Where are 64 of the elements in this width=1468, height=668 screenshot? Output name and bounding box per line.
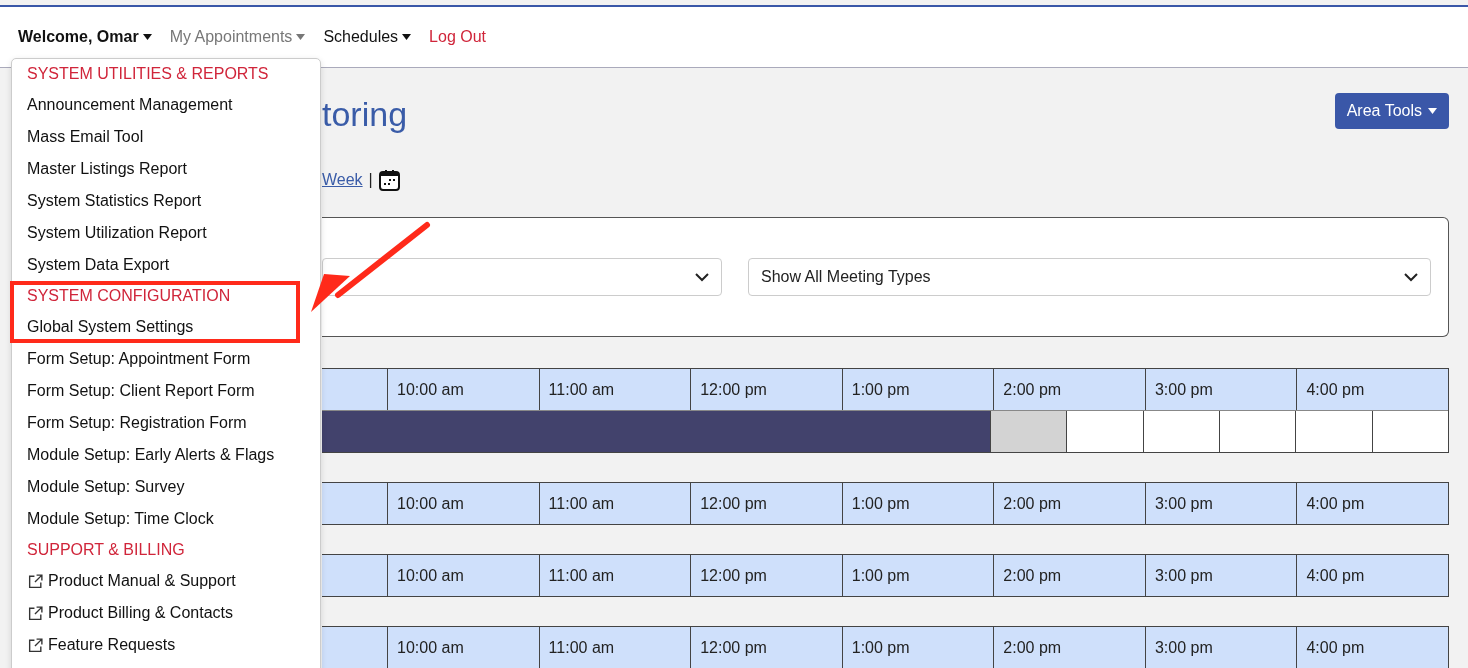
time-label: 10:00 am	[397, 566, 464, 585]
menu-item[interactable]: Module Setup: Survey	[12, 471, 320, 503]
menu-section-header: SUPPORT & BILLING	[26, 540, 186, 560]
meeting-type-select[interactable]: Show All Meeting Types	[748, 258, 1431, 296]
time-label: 3:00 pm	[1154, 380, 1213, 399]
menu-item[interactable]: Form Setup: Appointment Form	[12, 343, 320, 375]
time-label: 10:00 am	[397, 380, 464, 399]
menu-item[interactable]: Feature Requests	[12, 629, 320, 661]
time-label: 1:00 pm	[851, 638, 910, 657]
menu-item[interactable]: Form Setup: Registration Form	[12, 407, 320, 439]
page-title: toring	[322, 95, 408, 134]
time-label: 4:00 pm	[1306, 380, 1365, 399]
menu-item[interactable]: Master Listings Report	[12, 153, 320, 185]
menu-item[interactable]: Form Setup: Client Report Form	[12, 375, 320, 407]
time-label: 3:00 pm	[1154, 494, 1213, 513]
time-label: 12:00 pm	[700, 494, 767, 513]
filter-select[interactable]	[322, 258, 722, 296]
menu-section-header: SYSTEM UTILITIES & REPORTS	[26, 64, 270, 84]
time-label: 12:00 pm	[700, 638, 767, 657]
nav-menu-item[interactable]: Schedules	[323, 28, 412, 46]
time-label: 11:00 am	[548, 566, 615, 585]
caret-icon	[1428, 108, 1437, 114]
time-label: 1:00 pm	[851, 566, 910, 585]
menu-item[interactable]: Product Billing & Contacts	[12, 597, 320, 629]
menu-item[interactable]: System Utilization Report	[12, 217, 320, 249]
time-label: 1:00 pm	[851, 380, 910, 399]
time-label: 12:00 pm	[700, 566, 767, 585]
week-link[interactable]: Week	[322, 171, 363, 189]
menu-section-header: SYSTEM CONFIGURATION	[26, 286, 232, 306]
time-slot[interactable]	[1218, 411, 1296, 452]
area-tools-button[interactable]: Area Tools	[1334, 93, 1449, 129]
time-label: 1:00 pm	[851, 494, 910, 513]
time-label: 11:00 am	[548, 380, 615, 399]
chevron-down-icon	[1404, 272, 1418, 282]
time-label: 11:00 am	[548, 638, 615, 657]
menu-item[interactable]: System Data Export	[12, 249, 320, 281]
time-label: 12:00 pm	[700, 380, 767, 399]
menu-item[interactable]: Mass Email Tool	[12, 121, 320, 153]
time-label: 2:00 pm	[1003, 380, 1062, 399]
time-label: 3:00 pm	[1154, 566, 1213, 585]
menu-item[interactable]: Module Setup: Time Clock	[12, 503, 320, 535]
time-label: 2:00 pm	[1003, 494, 1062, 513]
calendar-icon[interactable]	[378, 169, 400, 191]
menu-item[interactable]: Announcement Management	[12, 89, 320, 121]
chevron-down-icon	[695, 272, 709, 282]
time-label: 11:00 am	[548, 494, 615, 513]
time-label: 10:00 am	[397, 494, 464, 513]
menu-item[interactable]: Product Manual & Support	[12, 565, 320, 597]
separator: |	[368, 171, 373, 189]
nav-menu-item[interactable]: My Appointments	[169, 28, 306, 46]
time-label: 4:00 pm	[1306, 566, 1365, 585]
time-label: 2:00 pm	[1003, 566, 1062, 585]
nav-menu-item[interactable]: Log Out	[429, 28, 487, 46]
menu-item[interactable]: Global System Settings	[12, 311, 320, 343]
menu-item[interactable]: Module Setup: Early Alerts & Flags	[12, 439, 320, 471]
menu-item[interactable]: System Statistics Report	[12, 185, 320, 217]
time-label: 2:00 pm	[1003, 638, 1062, 657]
time-slot[interactable]	[1371, 411, 1449, 452]
time-label: 4:00 pm	[1306, 638, 1365, 657]
time-slot[interactable]	[989, 411, 1067, 452]
time-label: 10:00 am	[397, 638, 464, 657]
nav-menu-item[interactable]: Welcome, Omar	[18, 28, 152, 46]
time-label: 4:00 pm	[1306, 494, 1365, 513]
time-label: 3:00 pm	[1154, 638, 1213, 657]
